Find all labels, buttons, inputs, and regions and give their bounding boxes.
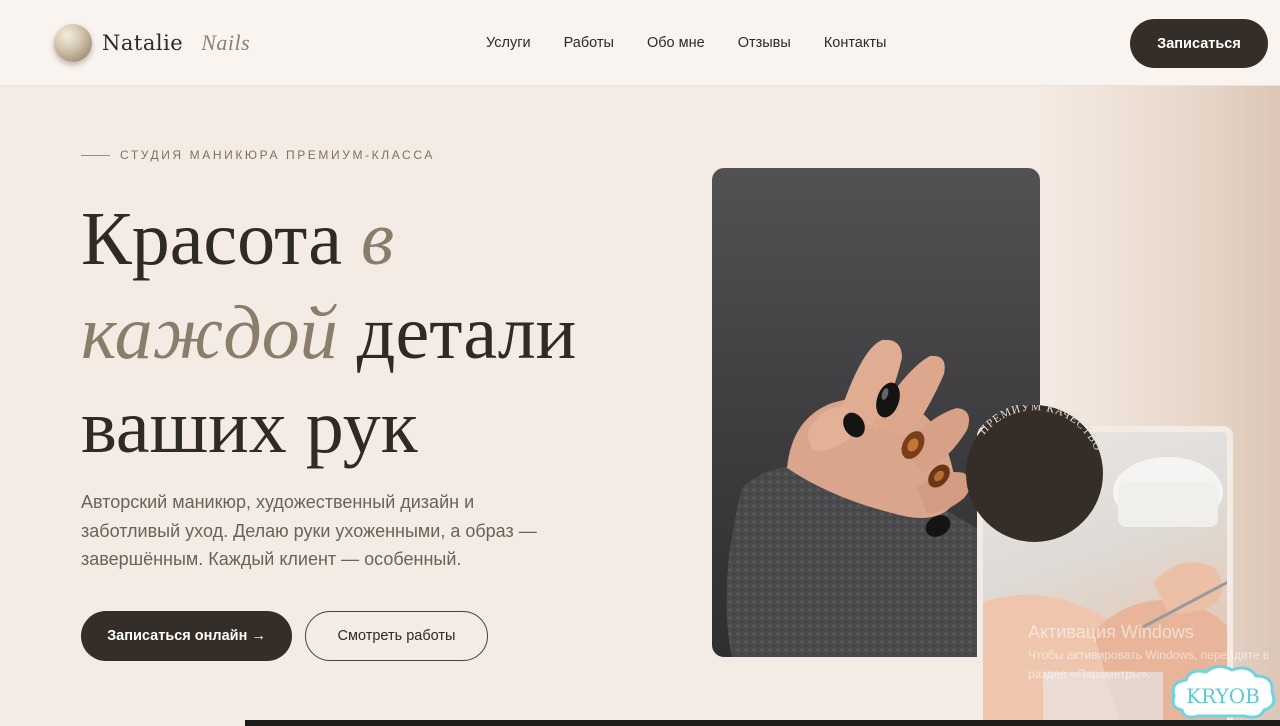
logo-subtitle: Nails bbox=[201, 30, 251, 55]
nav-link-about[interactable]: Обо мне bbox=[647, 35, 705, 51]
hero-eyebrow: СТУДИЯ МАНИКЮРА ПРЕМИУМ-КЛАССА bbox=[81, 148, 435, 162]
hero-description: Авторский маникюр, художественный дизайн… bbox=[81, 492, 537, 569]
hero-title: Красота в каждой детали ваших рук bbox=[81, 192, 576, 474]
nav-link-works[interactable]: Работы bbox=[564, 35, 614, 51]
hero-title-accent-2: каждой bbox=[81, 291, 338, 375]
eyebrow-divider bbox=[81, 154, 110, 156]
svg-text:ПРЕМИУМ КАЧЕСТВО: ПРЕМИУМ КАЧЕСТВО bbox=[977, 405, 1103, 453]
book-online-button[interactable]: Записаться онлайн → bbox=[81, 611, 292, 661]
hero-title-part1: Красота bbox=[81, 197, 362, 281]
hero-title-part2: детали bbox=[337, 291, 577, 375]
nav-link-contacts[interactable]: Контакты bbox=[824, 35, 887, 51]
logo-name: Natalie bbox=[102, 31, 184, 55]
stamp-text: KRYOB bbox=[1186, 684, 1260, 708]
site-header: Natalie Nails Услуги Работы Обо мне Отзы… bbox=[0, 0, 1280, 86]
logo[interactable]: Natalie Nails bbox=[54, 24, 250, 62]
bottom-strip bbox=[245, 720, 1280, 726]
nav-link-reviews[interactable]: Отзывы bbox=[738, 35, 791, 51]
nav-link-services[interactable]: Услуги bbox=[486, 35, 531, 51]
hero-title-accent-1: в bbox=[361, 197, 395, 281]
eyebrow-text: СТУДИЯ МАНИКЮРА ПРЕМИУМ-КЛАССА bbox=[120, 148, 435, 162]
hero-title-part3: ваших рук bbox=[81, 385, 418, 469]
badge-text: ПРЕМИУМ КАЧЕСТВО bbox=[977, 405, 1103, 453]
main-nav: Услуги Работы Обо мне Отзывы Контакты bbox=[486, 35, 919, 51]
pearl-logo-icon bbox=[54, 24, 92, 62]
badge-ring-text: ПРЕМИУМ КАЧЕСТВО bbox=[977, 405, 1103, 453]
premium-quality-badge: ПРЕМИУМ КАЧЕСТВО bbox=[966, 405, 1103, 542]
view-works-button[interactable]: Смотреть работы bbox=[305, 611, 488, 661]
kryob-stamp-logo: KRYOB bbox=[1168, 660, 1278, 722]
book-button[interactable]: Записаться bbox=[1130, 19, 1268, 68]
windows-activation-title: Активация Windows bbox=[1028, 622, 1194, 642]
